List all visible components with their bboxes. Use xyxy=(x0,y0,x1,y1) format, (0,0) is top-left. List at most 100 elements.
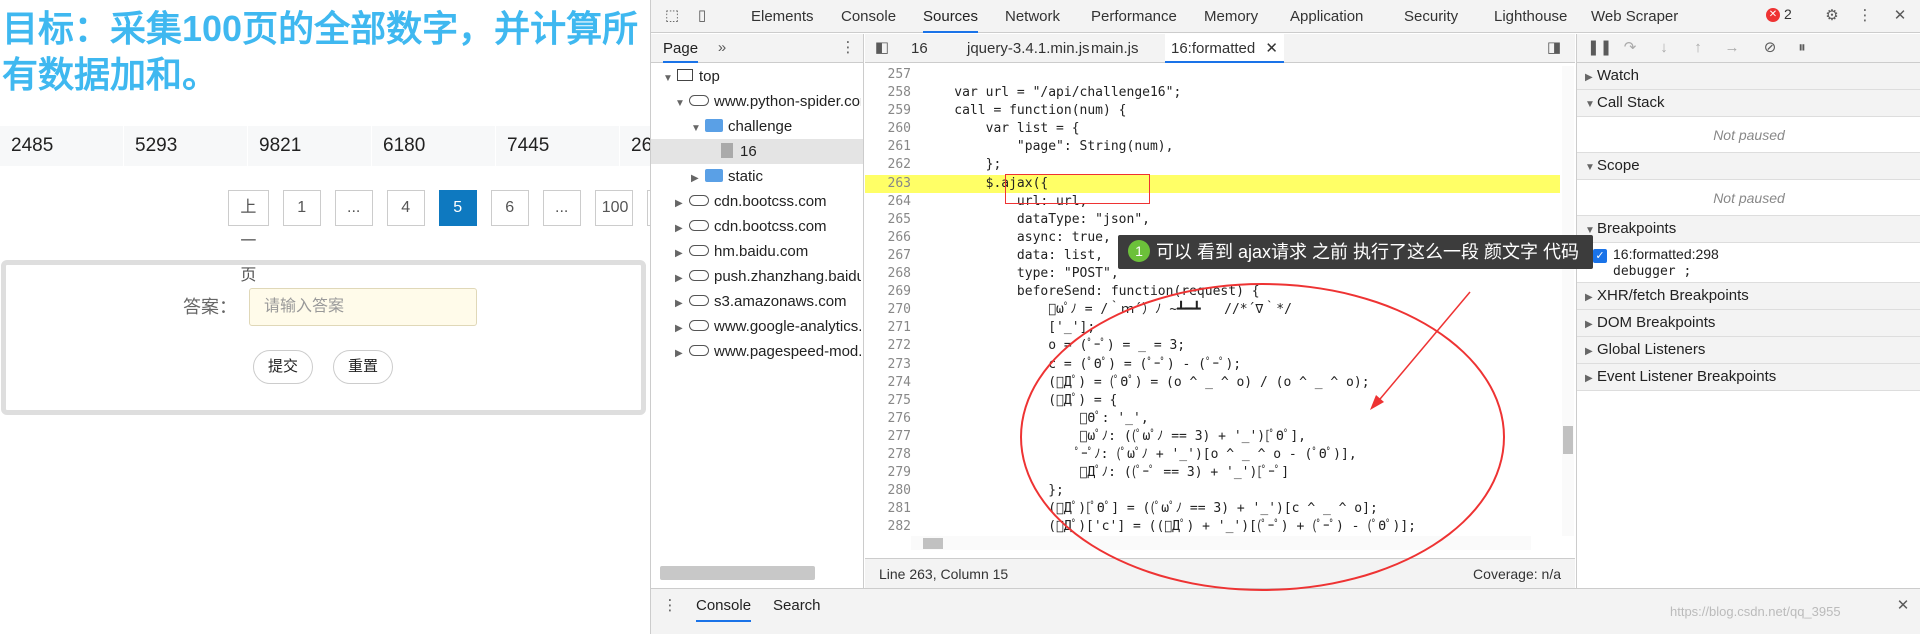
collapse-arrow-icon[interactable]: ▶ xyxy=(675,341,689,364)
tree-item-file[interactable]: 16 xyxy=(651,139,863,164)
close-drawer-icon[interactable]: ✕ xyxy=(1894,597,1912,615)
code-line[interactable]: 261 "page": String(num), xyxy=(865,138,1560,156)
global-listeners-section[interactable]: ▶ Global Listeners xyxy=(1577,337,1920,364)
line-number[interactable]: 269 xyxy=(865,283,911,301)
page-button[interactable]: 100 xyxy=(594,190,633,226)
tab-network[interactable]: Network xyxy=(1005,0,1060,33)
breakpoint-item[interactable]: ✓ 16:formatted:298 debugger ; xyxy=(1577,243,1920,283)
step-into-icon[interactable]: ↓ xyxy=(1655,39,1673,57)
line-number[interactable]: 275 xyxy=(865,392,911,410)
tree-item-cloud[interactable]: ▶ push.zhanzhang.baidu.com xyxy=(675,264,861,289)
step-out-icon[interactable]: ↑ xyxy=(1689,39,1707,57)
settings-gear-icon[interactable]: ⚙ xyxy=(1823,7,1841,25)
tree-item-cloud[interactable]: ▶ cdn.bootcss.com xyxy=(675,189,861,214)
line-number[interactable]: 263 xyxy=(865,175,911,193)
editor-tab-formatted[interactable]: 16:formatted ✕ xyxy=(1165,34,1284,63)
collapse-arrow-icon[interactable]: ▶ xyxy=(675,316,689,339)
code-line[interactable]: 265 dataType: "json", xyxy=(865,211,1560,229)
code-line[interactable]: 263 $.ajax({ xyxy=(865,174,1560,193)
toggle-debugger-icon[interactable]: ◨ xyxy=(1545,39,1563,57)
tree-item-cloud[interactable]: ▶ www.google-analytics.com xyxy=(675,314,861,339)
line-number[interactable]: 264 xyxy=(865,193,911,211)
more-menu-icon[interactable]: ⋮ xyxy=(1856,7,1874,25)
step-icon[interactable]: → xyxy=(1723,39,1741,57)
line-number[interactable]: 268 xyxy=(865,265,911,283)
tree-item-cloud[interactable]: ▶ cdn.bootcss.com xyxy=(675,214,861,239)
expand-arrow-icon[interactable]: ▼ xyxy=(691,116,705,139)
line-number[interactable]: 274 xyxy=(865,374,911,392)
line-number[interactable]: 259 xyxy=(865,102,911,120)
page-button[interactable]: 1 xyxy=(282,190,321,226)
tab-application[interactable]: Application xyxy=(1290,0,1363,33)
line-number[interactable]: 279 xyxy=(865,464,911,482)
reset-button[interactable]: 重置 xyxy=(333,350,393,384)
drawer-menu-icon[interactable]: ⋮ xyxy=(661,597,679,615)
tab-sources[interactable]: Sources xyxy=(923,0,979,33)
line-number[interactable]: 270 xyxy=(865,301,911,319)
scroll-thumb[interactable] xyxy=(1563,426,1573,454)
line-number[interactable]: 277 xyxy=(865,428,911,446)
tab-lighthouse[interactable]: Lighthouse xyxy=(1494,0,1567,33)
editor-tab-main[interactable]: main.js xyxy=(1085,34,1145,63)
navigator-scrollbar[interactable] xyxy=(660,566,815,580)
editor-tab-jquery[interactable]: jquery-3.4.1.min.js xyxy=(961,34,1096,63)
error-count[interactable]: 2 xyxy=(1784,6,1792,22)
close-devtools-icon[interactable]: ✕ xyxy=(1891,7,1909,25)
toggle-navigator-icon[interactable]: ◧ xyxy=(873,39,891,57)
tab-page[interactable]: Page xyxy=(663,40,699,63)
pause-icon[interactable]: ❚❚ xyxy=(1587,39,1612,57)
breakpoints-section[interactable]: ▼ Breakpoints xyxy=(1577,216,1920,243)
editor-tab-16[interactable]: 16 xyxy=(905,34,934,63)
line-number[interactable]: 258 xyxy=(865,84,911,102)
scroll-thumb[interactable] xyxy=(923,538,943,549)
drawer-tab-console[interactable]: Console xyxy=(696,597,752,622)
call-stack-section[interactable]: ▼ Call Stack xyxy=(1577,90,1920,117)
tree-item-folder[interactable]: ▶ static xyxy=(691,164,861,189)
navigator-menu-icon[interactable]: ⋮ xyxy=(839,39,857,57)
line-number[interactable]: 271 xyxy=(865,319,911,337)
line-number[interactable]: 278 xyxy=(865,446,911,464)
tab-console[interactable]: Console xyxy=(841,0,896,33)
tab-security[interactable]: Security xyxy=(1404,0,1458,33)
breakpoint-checkbox[interactable]: ✓ xyxy=(1593,249,1607,263)
page-ellipsis[interactable]: ... xyxy=(542,190,581,226)
line-number[interactable]: 281 xyxy=(865,500,911,518)
tab-elements[interactable]: Elements xyxy=(751,0,814,33)
line-number[interactable]: 280 xyxy=(865,482,911,500)
code-line[interactable]: 259 call = function(num) { xyxy=(865,102,1560,120)
prev-page-button[interactable]: 上一页 xyxy=(228,190,269,284)
code-line[interactable]: 264 url: url, xyxy=(865,193,1560,211)
watch-section[interactable]: ▶ Watch xyxy=(1577,63,1920,90)
page-button[interactable]: 6 xyxy=(490,190,529,226)
dom-breakpoints-section[interactable]: ▶ DOM Breakpoints xyxy=(1577,310,1920,337)
line-number[interactable]: 261 xyxy=(865,138,911,156)
line-number[interactable]: 273 xyxy=(865,356,911,374)
page-button-active[interactable]: 5 xyxy=(438,190,477,226)
step-over-icon[interactable]: ↷ xyxy=(1621,39,1639,57)
line-number[interactable]: 282 xyxy=(865,518,911,536)
expand-arrow-icon[interactable]: ▼ xyxy=(675,91,689,114)
collapse-arrow-icon[interactable]: ▶ xyxy=(675,216,689,239)
tree-item-folder[interactable]: ▼ challenge xyxy=(691,114,861,139)
scope-section[interactable]: ▼ Scope xyxy=(1577,153,1920,180)
tab-web-scraper[interactable]: Web Scraper xyxy=(1591,0,1678,33)
close-tab-icon[interactable]: ✕ xyxy=(1265,40,1278,57)
drawer-tab-search[interactable]: Search xyxy=(773,597,821,614)
device-toolbar-icon[interactable]: ▯ xyxy=(693,7,711,25)
line-number[interactable]: 262 xyxy=(865,156,911,174)
submit-button[interactable]: 提交 xyxy=(253,350,313,384)
collapse-arrow-icon[interactable]: ▶ xyxy=(675,241,689,264)
tree-item-cloud[interactable]: ▶ www.pagespeed-mod.com xyxy=(675,339,861,364)
code-line[interactable]: 258 var url = "/api/challenge16"; xyxy=(865,84,1560,102)
answer-input[interactable]: 请输入答案 xyxy=(249,288,477,326)
line-number[interactable]: 276 xyxy=(865,410,911,428)
page-ellipsis[interactable]: ... xyxy=(334,190,373,226)
collapse-arrow-icon[interactable]: ▶ xyxy=(675,291,689,314)
tab-performance[interactable]: Performance xyxy=(1091,0,1177,33)
tree-item-top[interactable]: ▼ top xyxy=(663,64,861,89)
tree-item-cloud[interactable]: ▼ www.python-spider.com xyxy=(675,89,861,114)
line-number[interactable]: 267 xyxy=(865,247,911,265)
error-icon[interactable]: ✕ xyxy=(1766,8,1780,22)
line-number[interactable]: 257 xyxy=(865,66,911,84)
xhr-breakpoints-section[interactable]: ▶ XHR/fetch Breakpoints xyxy=(1577,283,1920,310)
